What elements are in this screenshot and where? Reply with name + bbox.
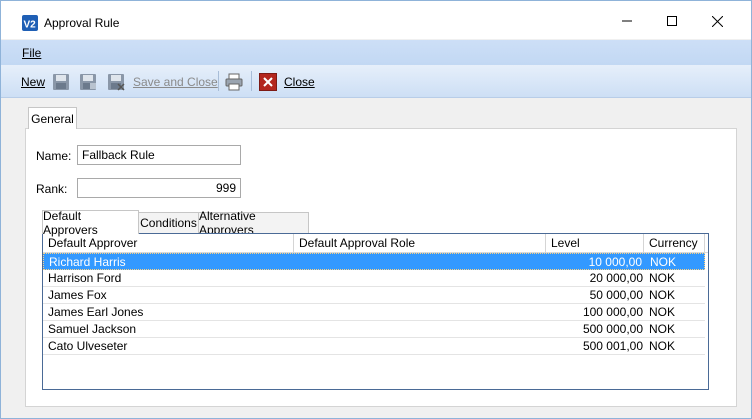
cell-currency: NOK (650, 255, 677, 269)
column-header-currency[interactable]: Currency (644, 234, 705, 253)
menu-file[interactable]: File (22, 46, 41, 60)
tab-conditions[interactable]: Conditions (138, 212, 199, 233)
cell-currency: NOK (649, 339, 676, 353)
save-delete-button[interactable] (107, 71, 125, 93)
minimize-button[interactable] (604, 3, 650, 39)
menu-bar: File (1, 40, 751, 65)
cell-approver: Harrison Ford (48, 271, 122, 285)
toolbar-separator (251, 71, 252, 91)
tab-general-label: General (31, 111, 74, 126)
column-header-level[interactable]: Level (546, 234, 644, 253)
svg-text:V2: V2 (24, 20, 37, 31)
save-icon (53, 74, 69, 90)
cell-currency: NOK (649, 288, 676, 302)
tab-conditions-label: Conditions (140, 216, 197, 230)
grid-header: Default Approver Default Approval Role L… (43, 234, 708, 253)
cell-level: 500 001,00 (582, 339, 643, 353)
maximize-icon (667, 16, 677, 26)
new-button[interactable]: New (21, 71, 45, 93)
cell-level: 50 000,00 (589, 288, 643, 302)
table-row[interactable]: Harrison Ford 20 000,00 NOK (43, 270, 705, 287)
table-row[interactable]: Richard Harris 10 000,00 NOK (43, 253, 705, 270)
tab-alternative-approvers[interactable]: Alternative Approvers (198, 209, 309, 237)
toolbar-separator (218, 71, 219, 91)
cell-approver: James Fox (48, 288, 107, 302)
table-row[interactable]: Samuel Jackson 500 000,00 NOK (43, 321, 705, 338)
print-button[interactable] (225, 71, 243, 93)
tab-default-approvers[interactable]: Default Approvers (42, 208, 139, 237)
table-row[interactable]: James Fox 50 000,00 NOK (43, 287, 705, 304)
close-icon (711, 15, 723, 27)
rank-field[interactable] (77, 178, 241, 198)
close-window-button[interactable] (694, 3, 740, 39)
close-button[interactable]: Close (259, 71, 315, 93)
cell-level: 100 000,00 (582, 305, 643, 319)
approval-rule-window: V2 Approval Rule File New Save and Close… (0, 0, 752, 419)
cell-level: 10 000,00 (588, 255, 642, 269)
table-row[interactable]: Cato Ulveseter 500 001,00 NOK (43, 338, 705, 355)
cell-currency: NOK (649, 322, 676, 336)
column-header-default-approver[interactable]: Default Approver (43, 234, 294, 253)
save-new-button[interactable] (79, 71, 97, 93)
table-row[interactable]: James Earl Jones 100 000,00 NOK (43, 304, 705, 321)
cell-approver: Cato Ulveseter (48, 339, 128, 353)
close-red-icon (259, 73, 277, 91)
cell-approver: James Earl Jones (48, 305, 144, 319)
cell-level: 20 000,00 (589, 271, 643, 285)
title-bar: V2 Approval Rule (1, 1, 751, 39)
name-label: Name: (36, 149, 72, 163)
save-button[interactable] (52, 71, 70, 93)
toolbar: New Save and Close Close (1, 65, 751, 98)
save-and-close-button[interactable]: Save and Close (133, 71, 218, 93)
close-label: Close (284, 75, 315, 89)
cell-currency: NOK (649, 305, 676, 319)
cell-level: 500 000,00 (582, 322, 643, 336)
maximize-button[interactable] (649, 3, 695, 39)
cell-currency: NOK (649, 271, 676, 285)
save-delete-icon (108, 74, 125, 91)
save-new-icon (80, 74, 96, 90)
print-icon (225, 73, 243, 91)
approvers-grid[interactable]: Default Approver Default Approval Role L… (42, 233, 709, 390)
tab-default-approvers-label: Default Approvers (43, 208, 98, 237)
name-field[interactable] (77, 145, 241, 165)
cell-approver: Samuel Jackson (48, 322, 137, 336)
tab-general[interactable]: General (28, 107, 77, 129)
app-logo-icon: V2 (22, 15, 38, 31)
cell-approver: Richard Harris (49, 255, 126, 269)
window-title: Approval Rule (44, 16, 120, 30)
new-label: New (21, 75, 46, 89)
rank-label: Rank: (36, 182, 68, 196)
column-header-default-approval-role[interactable]: Default Approval Role (294, 234, 546, 253)
minimize-icon (622, 20, 632, 22)
save-and-close-label: Save and Close (133, 75, 218, 89)
